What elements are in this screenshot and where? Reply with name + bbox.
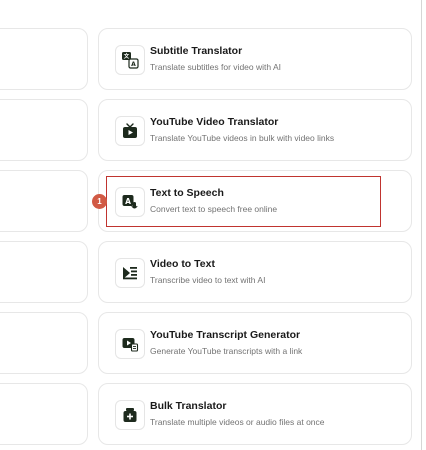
- tool-card-left-3[interactable]: [0, 170, 88, 232]
- tool-card-video-to-text[interactable]: Video to Text Transcribe video to text w…: [98, 241, 412, 303]
- tool-card-left-2[interactable]: [0, 99, 88, 161]
- tool-card-left-6[interactable]: [0, 383, 88, 445]
- tool-description: Generate YouTube transcripts with a link: [150, 346, 303, 356]
- tool-card-text-to-speech[interactable]: A Text to Speech Convert text to speech …: [98, 170, 412, 232]
- tools-page: 文 A Subtitle Translator Translate subtit…: [0, 0, 426, 450]
- svg-text:A: A: [125, 197, 131, 206]
- youtube-transcript-icon: [115, 329, 145, 359]
- tool-card-left-4[interactable]: [0, 241, 88, 303]
- scroll-edge-divider: [421, 0, 422, 450]
- tool-title: Subtitle Translator: [150, 45, 243, 57]
- youtube-tv-icon: [115, 116, 145, 146]
- tool-description: Convert text to speech free online: [150, 204, 278, 214]
- svg-text:文: 文: [124, 52, 130, 60]
- tool-title: Bulk Translator: [150, 400, 227, 412]
- tool-card-left-1[interactable]: [0, 28, 88, 90]
- tool-title: YouTube Transcript Generator: [150, 329, 301, 341]
- tool-card-subtitle-translator[interactable]: 文 A Subtitle Translator Translate subtit…: [98, 28, 412, 90]
- tool-card-left-5[interactable]: [0, 312, 88, 374]
- tool-card-youtube-video-translator[interactable]: YouTube Video Translator Translate YouTu…: [98, 99, 412, 161]
- tool-card-youtube-transcript-generator[interactable]: YouTube Transcript Generator Generate Yo…: [98, 312, 412, 374]
- tool-title: Video to Text: [150, 258, 215, 270]
- subtitle-translate-icon: 文 A: [115, 45, 145, 75]
- tool-card-bulk-translator[interactable]: Bulk Translator Translate multiple video…: [98, 383, 412, 445]
- bulk-translate-icon: [115, 400, 145, 430]
- tool-description: Translate multiple videos or audio files…: [150, 417, 325, 427]
- tool-description: Translate subtitles for video with AI: [150, 62, 282, 72]
- tool-description: Translate YouTube videos in bulk with vi…: [150, 133, 335, 143]
- tool-title: Text to Speech: [150, 187, 224, 199]
- text-to-speech-icon: A: [115, 187, 145, 217]
- step-marker-badge: 1: [92, 194, 107, 209]
- video-to-text-icon: [115, 258, 145, 288]
- svg-text:A: A: [131, 61, 136, 68]
- tool-description: Transcribe video to text with AI: [150, 275, 266, 285]
- tool-title: YouTube Video Translator: [150, 116, 279, 128]
